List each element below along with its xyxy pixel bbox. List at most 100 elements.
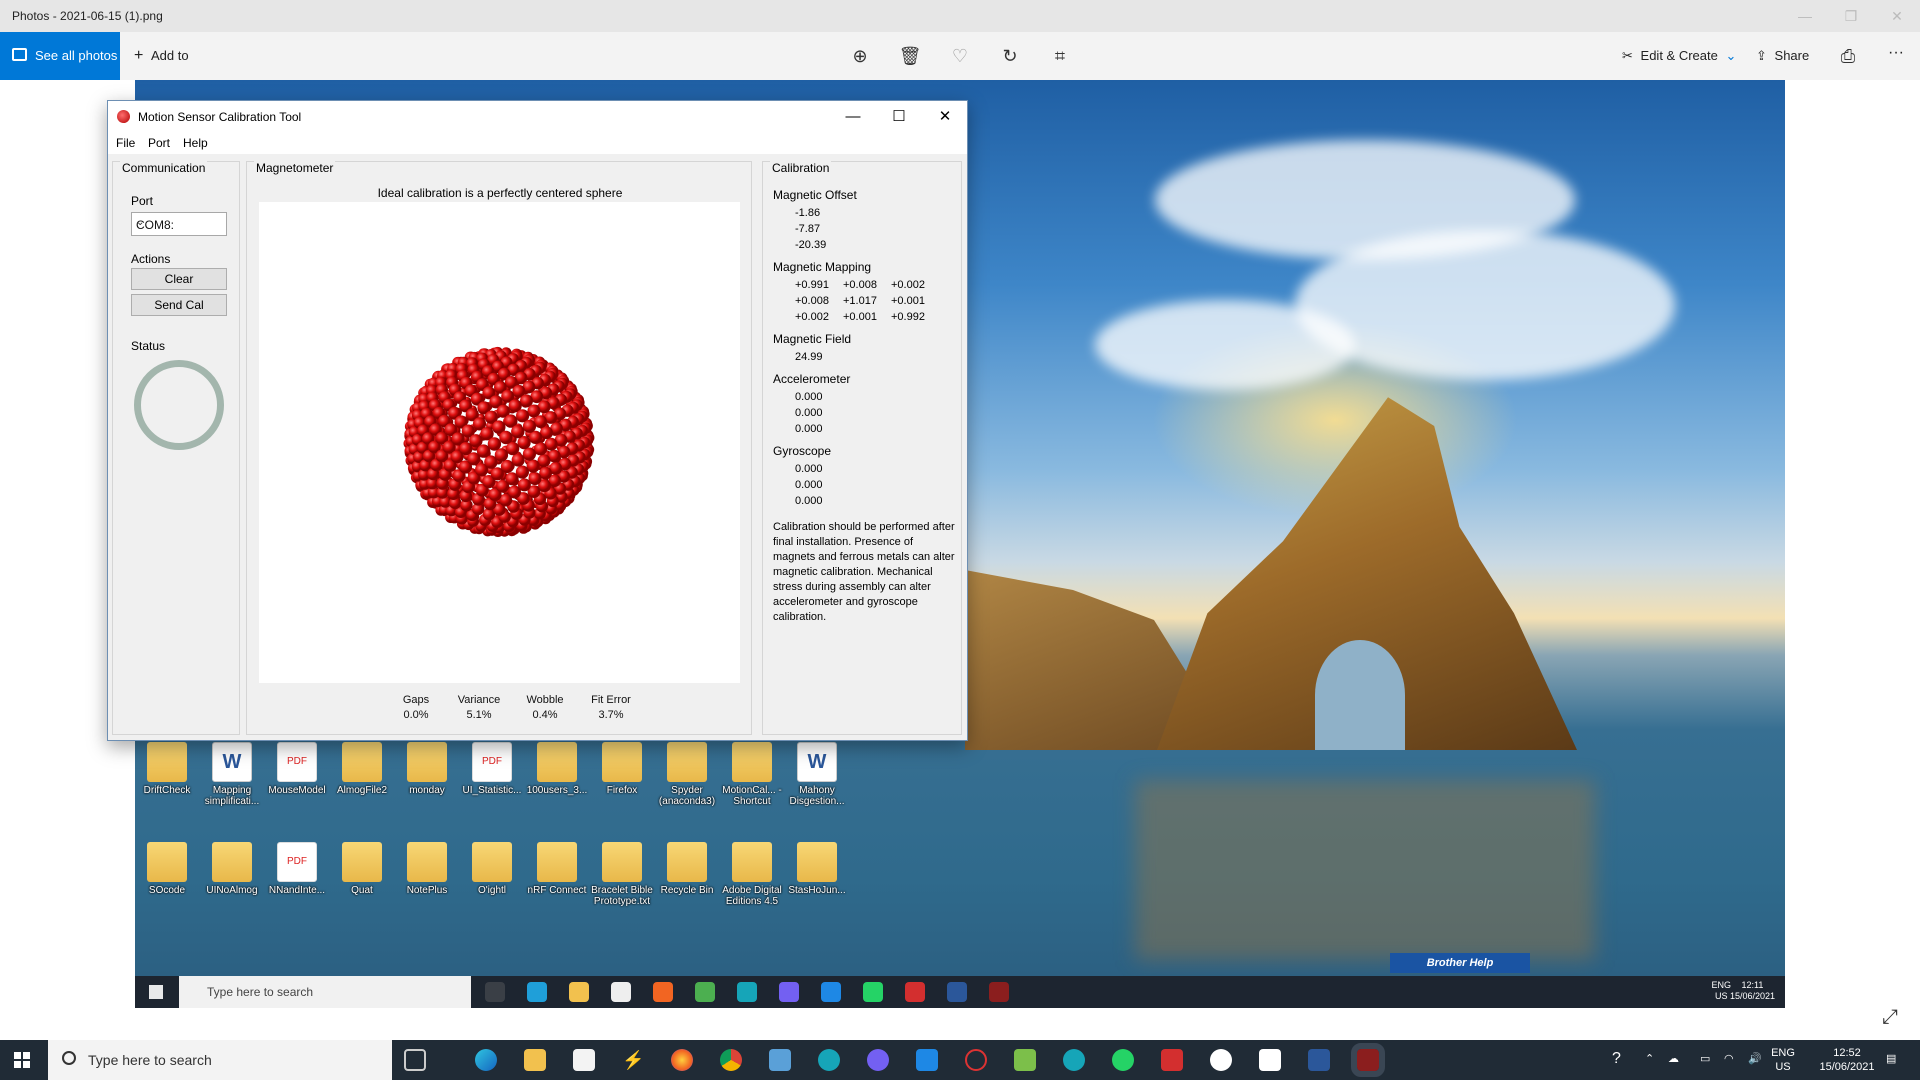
- desktop-icon[interactable]: 100users_3...: [525, 742, 589, 796]
- clock[interactable]: 12:52 15/06/2021: [1814, 1046, 1880, 1080]
- acrobat-icon[interactable]: [1161, 1049, 1183, 1071]
- edge-icon[interactable]: [475, 1049, 497, 1071]
- help-icon[interactable]: ?: [1612, 1051, 1621, 1080]
- desktop-icon[interactable]: PDF MouseModel: [265, 742, 329, 796]
- desktop-icon[interactable]: Bracelet Bible Prototype.txt: [590, 842, 654, 907]
- desktop-icon[interactable]: nRF Connect: [525, 842, 589, 896]
- crop-icon[interactable]: ⌗: [1048, 44, 1072, 68]
- app-icon[interactable]: [769, 1049, 791, 1071]
- lightning-icon[interactable]: ⚡: [622, 1049, 644, 1071]
- menu-port[interactable]: Port: [148, 136, 170, 150]
- maximize-icon[interactable]: ❐: [1828, 0, 1874, 32]
- rotate-icon[interactable]: ↻: [998, 44, 1022, 68]
- magnetic-offset-label: Magnetic Offset: [773, 188, 857, 202]
- desktop-icon[interactable]: NotePlus: [395, 842, 459, 896]
- metric-fit-error-value: 3.7%: [598, 709, 624, 721]
- chrome-icon[interactable]: [720, 1049, 742, 1071]
- desktop-icon[interactable]: Adobe Digital Editions 4.5: [720, 842, 784, 907]
- fullscreen-expand-icon[interactable]: ⤢: [1882, 1006, 1898, 1029]
- gyroscope-x: 0.000: [795, 463, 823, 475]
- notepad-plus-icon[interactable]: [1014, 1049, 1036, 1071]
- notepad-icon[interactable]: [1259, 1049, 1281, 1071]
- desktop-icon[interactable]: W Mahony Disgestion...: [785, 742, 849, 807]
- desktop-icon[interactable]: monday: [395, 742, 459, 796]
- magnetic-mapping-label: Magnetic Mapping: [773, 260, 872, 274]
- close-icon[interactable]: ✕: [1874, 0, 1920, 32]
- port-select[interactable]: COM8: ⌄: [131, 212, 227, 236]
- viber-icon[interactable]: [867, 1049, 889, 1071]
- add-to-button[interactable]: + Add to: [134, 47, 189, 65]
- wifi-icon[interactable]: ◠: [1724, 1052, 1734, 1080]
- minimize-icon[interactable]: —: [1782, 0, 1828, 32]
- mapping-cell: +0.001: [843, 311, 877, 323]
- photos-title-bar: Photos - 2021-06-15 (1).png — ❐ ✕: [0, 0, 1920, 32]
- notification-app-icon[interactable]: [1210, 1049, 1232, 1071]
- cloud: [1095, 300, 1355, 390]
- notification-icon[interactable]: ▤: [1886, 1052, 1896, 1080]
- folder-icon: [407, 842, 447, 882]
- more-options-button[interactable]: ···: [1888, 44, 1904, 62]
- metric-wobble-label: Wobble: [526, 694, 564, 706]
- file-explorer-icon[interactable]: [524, 1049, 546, 1071]
- menu-help[interactable]: Help: [183, 136, 208, 150]
- clear-button[interactable]: Clear: [131, 268, 227, 290]
- app-close-icon[interactable]: ✕: [922, 101, 968, 132]
- magnetometer-sample-point: [517, 478, 531, 492]
- motioncal-taskbar-icon[interactable]: [1351, 1043, 1385, 1077]
- desktop-icon[interactable]: PDF NNandInte...: [265, 842, 329, 896]
- desktop-icon[interactable]: UINoAlmog: [200, 842, 264, 896]
- edit-create-button[interactable]: ✂ Edit & Create ⌄: [1622, 48, 1736, 64]
- brother-help-widget[interactable]: Brother Help: [1390, 953, 1530, 973]
- desktop-icon[interactable]: MotionCal... - Shortcut: [720, 742, 784, 807]
- app-minimize-icon[interactable]: —: [830, 101, 876, 132]
- desktop-icon[interactable]: AlmogFile2: [330, 742, 394, 796]
- see-all-photos-button[interactable]: See all photos: [0, 32, 120, 80]
- send-cal-button[interactable]: Send Cal: [131, 294, 227, 316]
- menu-file[interactable]: File: [116, 136, 135, 150]
- spyder-icon[interactable]: [965, 1049, 987, 1071]
- zoom-icon[interactable]: ⊕: [848, 44, 872, 68]
- desktop-icon[interactable]: Quat: [330, 842, 394, 896]
- language-indicator[interactable]: ENG US: [1768, 1046, 1798, 1080]
- desktop-icon[interactable]: PDF UI_Statistic...: [460, 742, 524, 796]
- volume-icon[interactable]: 🔊: [1748, 1052, 1762, 1080]
- delete-icon[interactable]: 🗑: [898, 44, 922, 68]
- metric-wobble: Wobble 0.4%: [517, 694, 573, 721]
- app-maximize-icon[interactable]: ☐: [876, 101, 922, 132]
- desktop-icon[interactable]: O'ightl: [460, 842, 524, 896]
- desktop-icon[interactable]: Firefox: [590, 742, 654, 796]
- desktop-icon[interactable]: Spyder (anaconda3): [655, 742, 719, 807]
- windows-logo-icon: [23, 1061, 30, 1068]
- plus-icon: +: [134, 47, 144, 64]
- onedrive-icon[interactable]: ☁: [1668, 1052, 1679, 1080]
- print-icon[interactable]: ⎙: [1836, 44, 1860, 68]
- battery-icon[interactable]: ▭: [1700, 1052, 1710, 1080]
- photos-app-icon[interactable]: [916, 1049, 938, 1071]
- magnetometer-caption: Ideal calibration is a perfectly centere…: [377, 186, 623, 200]
- whatsapp-icon[interactable]: [1112, 1049, 1134, 1071]
- store-icon[interactable]: [573, 1049, 595, 1071]
- desktop-icon[interactable]: DriftCheck: [135, 742, 199, 796]
- calibration-note: Calibration should be performed after fi…: [773, 521, 955, 623]
- mapping-cell: +0.008: [795, 295, 829, 307]
- inner-word-icon: [947, 982, 967, 1002]
- arduino-icon[interactable]: [1063, 1049, 1085, 1071]
- motion-sensor-calibration-window: Motion Sensor Calibration Tool — ☐ ✕ Fil…: [107, 100, 968, 741]
- firefox-icon[interactable]: [671, 1049, 693, 1071]
- inner-arduino-icon: [737, 982, 757, 1002]
- desktop-icon[interactable]: StasHoJun...: [785, 842, 849, 896]
- word-icon[interactable]: [1308, 1049, 1330, 1071]
- favorite-icon[interactable]: ♡: [948, 44, 972, 68]
- mapping-cell: +0.002: [795, 311, 829, 323]
- taskbar-search-box[interactable]: Type here to search: [48, 1040, 392, 1080]
- share-button[interactable]: ⇪ Share: [1756, 48, 1809, 64]
- desktop-icon[interactable]: W Mapping simplificati...: [200, 742, 264, 807]
- desktop-icon[interactable]: SOcode: [135, 842, 199, 896]
- start-button[interactable]: [14, 1052, 30, 1068]
- task-view-icon[interactable]: [404, 1049, 426, 1071]
- desktop-icon[interactable]: Recycle Bin: [655, 842, 719, 896]
- inner-tray-clock: 12:11 15/06/2021: [1730, 980, 1775, 1002]
- magnetometer-sample-point: [511, 424, 525, 439]
- chevron-up-icon[interactable]: ⌃: [1645, 1052, 1654, 1080]
- arduino-icon[interactable]: [818, 1049, 840, 1071]
